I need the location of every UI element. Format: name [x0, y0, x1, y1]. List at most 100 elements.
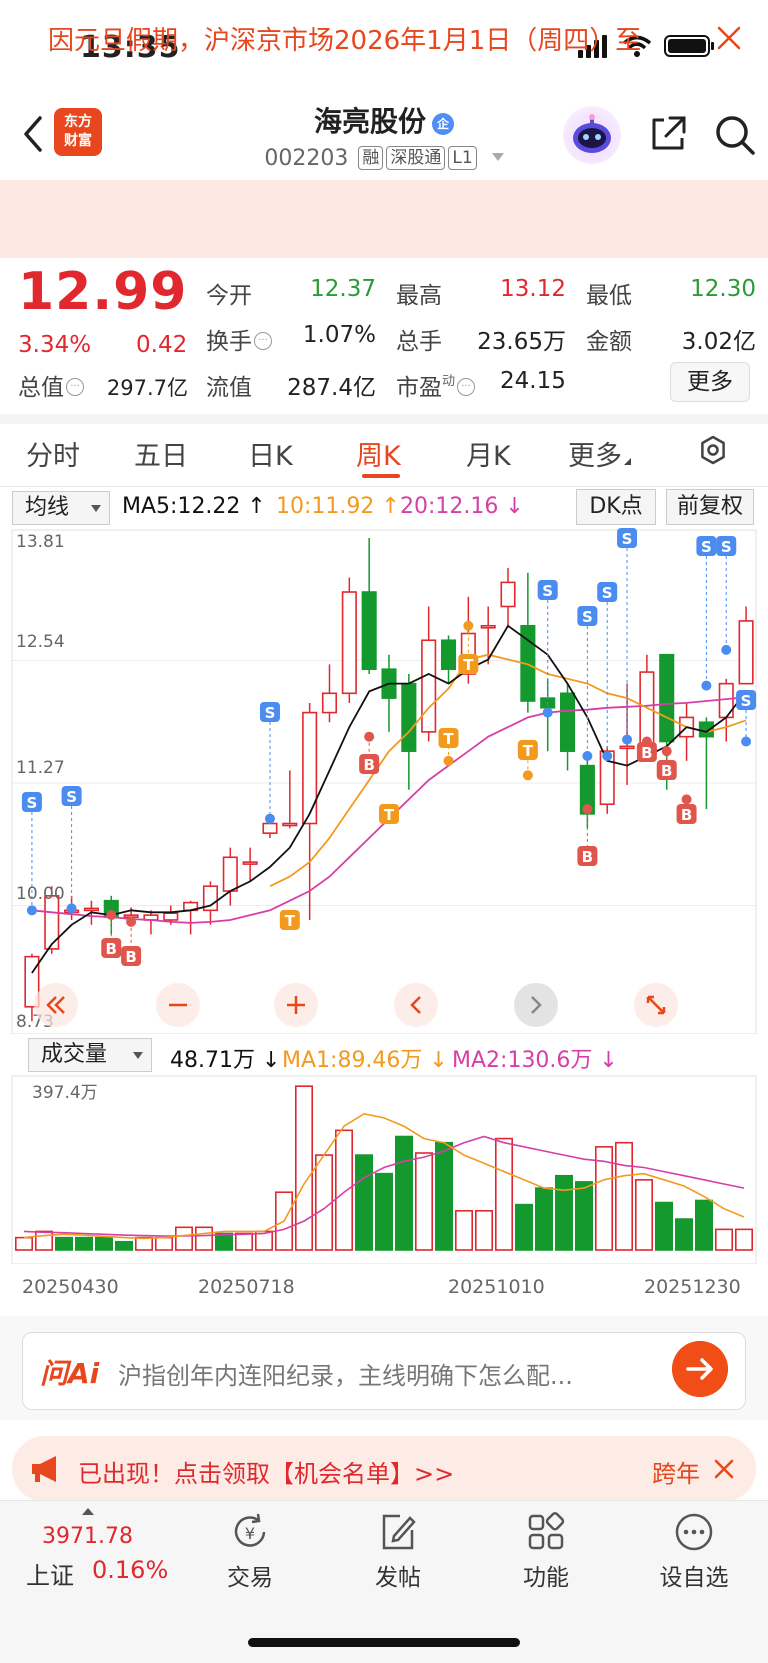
mktcap-label[interactable]: 总值 ··· — [18, 368, 84, 402]
signal-dot — [602, 750, 613, 761]
more-quote-button[interactable]: 更多 — [670, 362, 750, 402]
more-dots-icon[interactable] — [672, 1510, 716, 1554]
low-label: 最低 — [586, 283, 632, 309]
volume-bar — [534, 1187, 553, 1251]
signal-letter: S — [265, 704, 276, 722]
close-icon[interactable] — [712, 1456, 736, 1482]
indicator-select[interactable]: 均线 — [12, 491, 110, 525]
info-icon: ··· — [66, 378, 84, 396]
megaphone-icon — [32, 1456, 56, 1482]
signal-dot — [582, 750, 593, 761]
candle — [440, 635, 457, 684]
ai-assistant-avatar[interactable] — [563, 106, 621, 164]
mktcap-value: 297.7亿 — [106, 376, 188, 400]
signal-letter: S — [701, 538, 712, 556]
robot-icon — [573, 114, 611, 153]
volume-bar — [354, 1154, 373, 1251]
enterprise-badge-icon: 企 — [432, 113, 454, 135]
volume-bar — [215, 1232, 234, 1251]
fullscreen-button[interactable] — [634, 983, 678, 1027]
signal-letter: B — [106, 940, 117, 958]
index-change[interactable]: 0.16% — [92, 1556, 168, 1584]
index-value[interactable]: 3971.78 — [42, 1524, 133, 1549]
tag-shenzhen-connect: 深股通 — [386, 146, 446, 170]
functions-grid-icon[interactable] — [524, 1510, 568, 1554]
candle-body — [659, 653, 675, 743]
index-name[interactable]: 上证 — [26, 1556, 74, 1591]
scroll-right-button[interactable] — [514, 983, 558, 1027]
scroll-left-button[interactable] — [394, 983, 438, 1027]
candle-body — [421, 639, 437, 733]
signal-marker: B — [636, 742, 657, 762]
nav-functions[interactable]: 功能 — [496, 1558, 596, 1592]
zoom-in-button[interactable] — [274, 983, 318, 1027]
adjust-price-button[interactable]: 前复权 — [666, 489, 754, 525]
close-icon[interactable] — [714, 20, 744, 56]
volume-value: 23.65万 — [477, 329, 566, 355]
tab-daily-k[interactable]: 日K — [248, 434, 293, 473]
nav-add-watchlist[interactable]: 设自选 — [644, 1558, 744, 1592]
candle-body — [559, 692, 576, 752]
tab-monthly-k[interactable]: 月K — [466, 434, 511, 473]
search-icon[interactable] — [714, 114, 756, 156]
arrow-right-icon[interactable] — [672, 1341, 728, 1397]
volume-bar — [674, 1218, 693, 1251]
ai-placeholder[interactable]: 沪指创年内连阳纪录，主线明确下怎么配... — [118, 1356, 638, 1391]
signal-marker: S — [597, 582, 618, 602]
signal-letter: B — [681, 806, 692, 824]
candle-body — [401, 682, 417, 752]
nav-trade[interactable]: 交易 — [200, 1558, 300, 1592]
signal-dot — [582, 804, 593, 815]
gear-icon[interactable] — [696, 434, 730, 468]
promo-tag[interactable]: 跨年 — [652, 1454, 700, 1489]
volume-chart[interactable] — [0, 1074, 768, 1264]
scroll-start-button[interactable] — [34, 983, 78, 1027]
signal-dot — [661, 746, 672, 757]
candle-body — [242, 861, 258, 865]
low-value: 12.30 — [690, 276, 756, 302]
high-value: 13.12 — [500, 276, 566, 302]
candle — [381, 654, 397, 732]
signal-letter: S — [542, 582, 553, 600]
volume-indicator-select[interactable]: 成交量 — [28, 1038, 152, 1072]
volume-bar — [175, 1226, 194, 1251]
signal-marker: T — [458, 654, 479, 674]
signal-dot — [522, 770, 533, 781]
price-axis-label: 10.00 — [16, 884, 65, 904]
candle-body — [321, 692, 338, 714]
change-amount: 0.42 — [136, 332, 188, 358]
share-icon[interactable] — [648, 114, 688, 154]
turnover-label[interactable]: 换手 ··· — [206, 322, 272, 356]
volume-bar — [694, 1199, 713, 1251]
signal-dot — [364, 731, 375, 742]
tab-five-day[interactable]: 五日 — [134, 434, 188, 473]
tab-weekly-k[interactable]: 周K — [356, 434, 401, 473]
volume-bar — [654, 1201, 673, 1251]
signal-marker: T — [517, 740, 538, 760]
nav-post[interactable]: 发帖 — [348, 1558, 448, 1592]
volume-bar — [235, 1232, 254, 1251]
candle — [143, 910, 159, 935]
trade-icon[interactable]: ¥ — [228, 1510, 272, 1554]
signal-marker: B — [577, 846, 598, 866]
candle-body — [123, 914, 139, 918]
tab-more[interactable]: 更多 — [568, 434, 631, 473]
volume-bar — [15, 1236, 33, 1251]
dropdown-caret-icon — [491, 153, 504, 161]
volume-bar — [494, 1137, 513, 1251]
pe-label[interactable]: 市盈动 ··· — [396, 368, 476, 402]
weekly-k-chart[interactable]: S SSSSSS S SSB BBBBBBTTTTT — [0, 528, 768, 1034]
promo-text[interactable]: 已出现！点击领取【机会名单】>> — [78, 1454, 454, 1489]
signal-letter: B — [363, 756, 374, 774]
caret-up-icon[interactable] — [82, 1508, 94, 1515]
signal-marker: B — [359, 754, 380, 774]
tab-intraday[interactable]: 分时 — [26, 434, 80, 473]
volume-bar — [554, 1174, 573, 1251]
dk-points-button[interactable]: DK点 — [576, 489, 656, 525]
stock-name: 海亮股份 — [313, 105, 426, 138]
holiday-notice-banner[interactable] — [0, 180, 768, 258]
signal-dot — [741, 736, 752, 747]
zoom-out-button[interactable] — [156, 983, 200, 1027]
edit-post-icon[interactable] — [376, 1510, 420, 1554]
signal-dot — [66, 903, 77, 914]
